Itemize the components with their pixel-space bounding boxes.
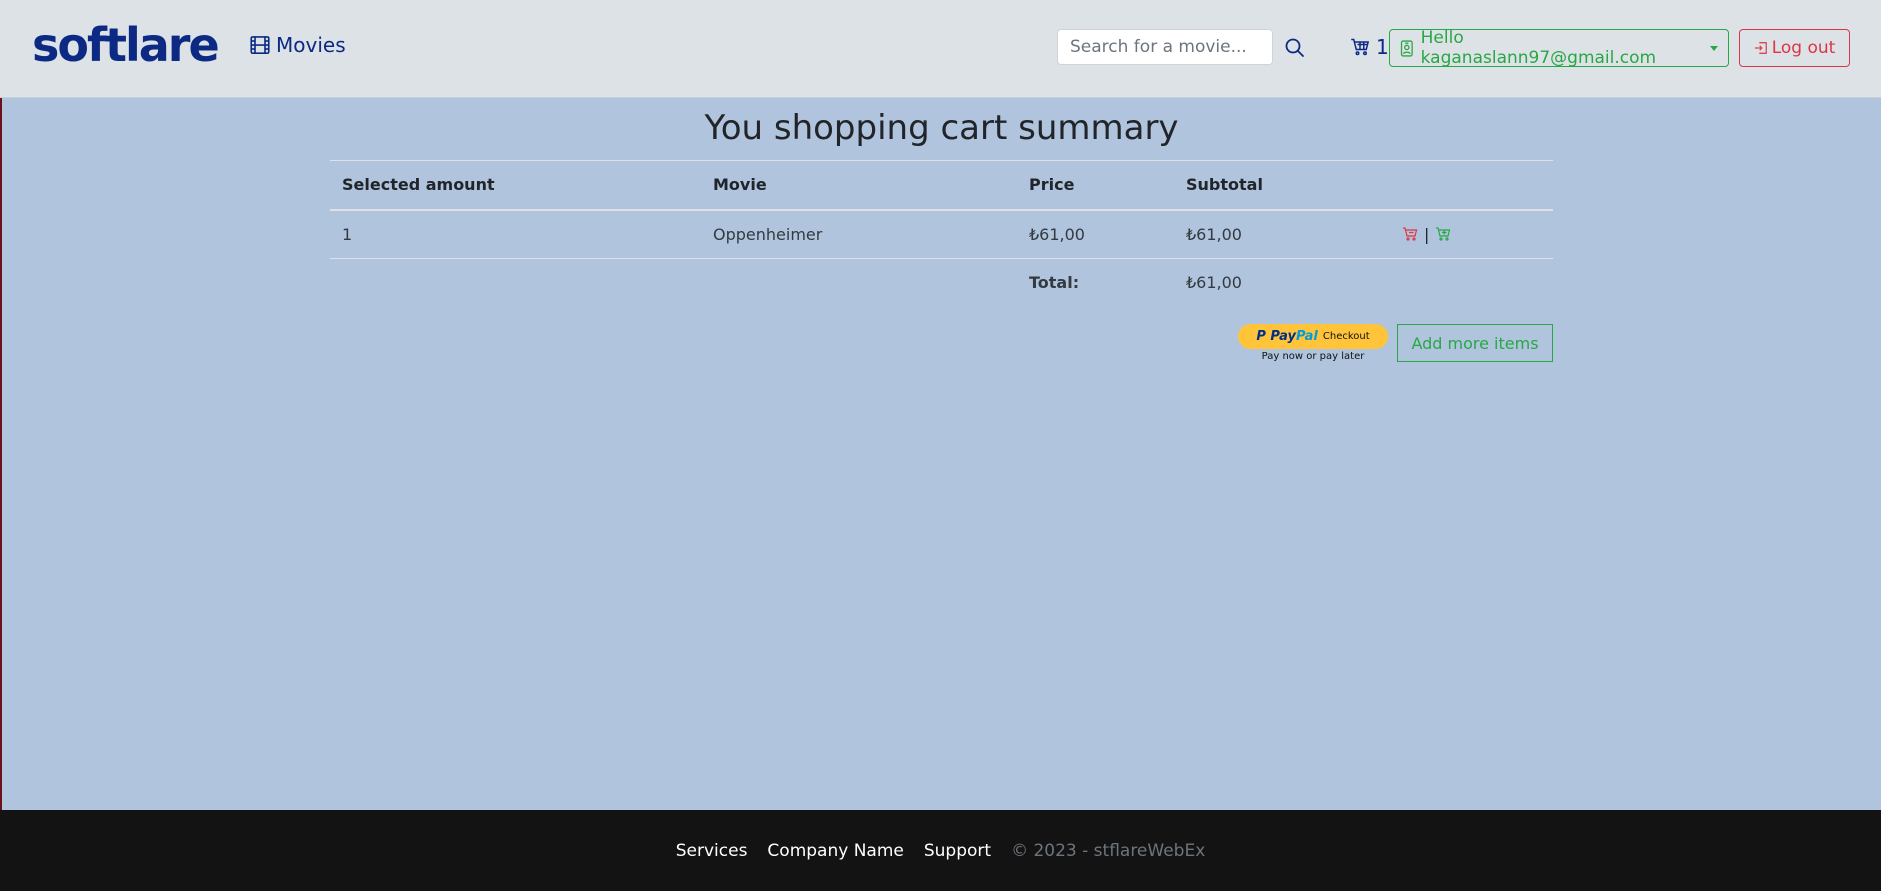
nav-movies-link[interactable]: Movies xyxy=(250,33,346,57)
total-label: Total: xyxy=(1029,272,1080,292)
chevron-down-icon xyxy=(1710,45,1718,51)
cell-movie: Oppenheimer xyxy=(713,224,823,244)
paypal-checkout-label: Checkout xyxy=(1322,331,1370,342)
footer: Services Company Name Support © 2023 - s… xyxy=(0,810,1881,891)
person-badge-icon xyxy=(1400,39,1413,57)
footer-link-company-name[interactable]: Company Name xyxy=(767,841,903,861)
action-separator: | xyxy=(1424,224,1430,244)
total-value: ₺61,00 xyxy=(1186,272,1242,292)
box-arrow-in-right-icon xyxy=(1754,42,1767,54)
paypal-logo: P PayPal xyxy=(1256,329,1318,344)
header-price: Price xyxy=(1029,175,1075,195)
cart-count: 1 xyxy=(1376,35,1389,59)
cell-amount: 1 xyxy=(342,224,353,244)
table-header-row: Selected amount Movie Price Subtotal xyxy=(330,160,1553,210)
footer-link-services[interactable]: Services xyxy=(676,841,748,861)
nav-movies-label: Movies xyxy=(276,33,346,57)
remove-from-cart-icon[interactable] xyxy=(1402,226,1418,242)
add-more-items-button[interactable]: Add more items xyxy=(1397,324,1553,362)
table-row: 1 Oppenheimer ₺61,00 ₺61,00 | xyxy=(330,210,1553,259)
paypal-pill: P PayPal Checkout xyxy=(1238,324,1388,349)
page-title: You shopping cart summary xyxy=(704,108,1179,148)
paypal-subtext: Pay now or pay later xyxy=(1261,351,1365,362)
user-greeting: Hello kaganaslann97@gmail.com xyxy=(1420,28,1657,68)
cell-subtotal: ₺61,00 xyxy=(1186,224,1242,244)
footer-link-support[interactable]: Support xyxy=(924,841,991,861)
add-to-cart-icon[interactable] xyxy=(1435,226,1451,242)
cart-icon xyxy=(1351,38,1370,56)
total-row: Total: ₺61,00 xyxy=(330,259,1553,306)
cell-actions: | xyxy=(1390,210,1553,259)
header-subtotal: Subtotal xyxy=(1186,175,1263,195)
header-movie: Movie xyxy=(713,175,767,195)
header-actions xyxy=(1390,161,1553,210)
cart-link[interactable]: 1 xyxy=(1350,35,1389,59)
header-selected-amount: Selected amount xyxy=(342,175,495,195)
logout-label: Log out xyxy=(1771,38,1836,58)
user-dropdown[interactable]: Hello kaganaslann97@gmail.com xyxy=(1389,28,1729,68)
search-input[interactable] xyxy=(1057,29,1273,65)
search-icon[interactable] xyxy=(1283,36,1307,60)
left-edge-border xyxy=(0,0,2,810)
logout-button[interactable]: Log out xyxy=(1739,29,1850,67)
film-icon xyxy=(250,36,270,54)
navbar: softlare Movies 1 xyxy=(0,0,1881,98)
cart-table: Selected amount Movie Price Subtotal 1 O… xyxy=(330,160,1553,306)
brand-logo[interactable]: softlare xyxy=(32,18,220,72)
footer-copyright: © 2023 - stflareWebEx xyxy=(1011,840,1206,861)
paypal-checkout-button[interactable]: P PayPal Checkout Pay now or pay later xyxy=(1238,324,1388,362)
cell-price: ₺61,00 xyxy=(1029,224,1085,244)
